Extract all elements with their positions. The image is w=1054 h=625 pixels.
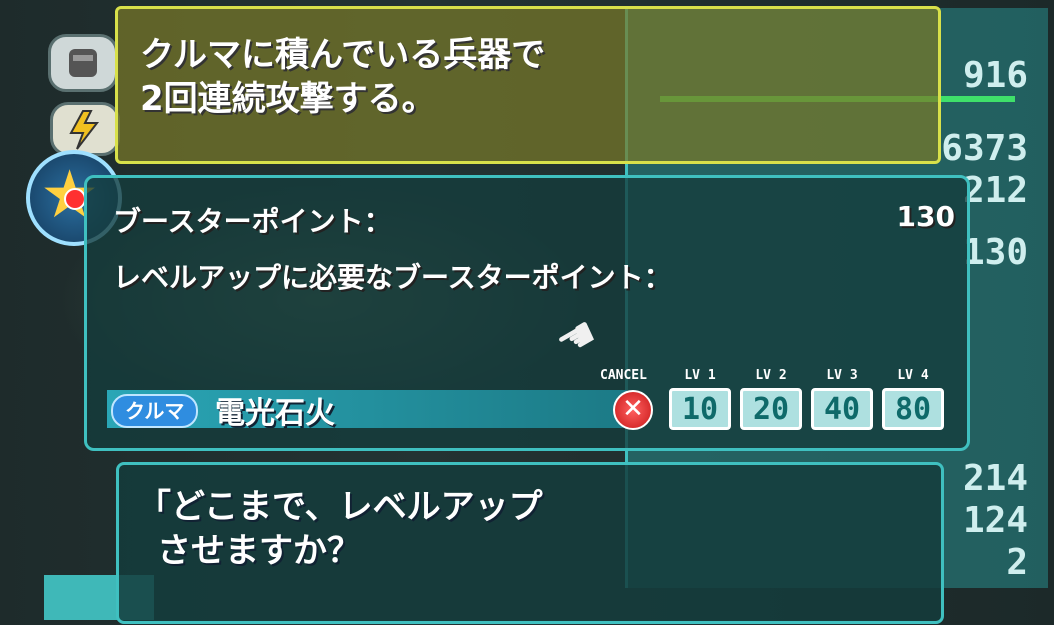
lightning-icon[interactable] [50, 102, 120, 156]
stat-value-1: 214 [962, 458, 1028, 499]
stat-value-2: 124 [962, 500, 1028, 541]
prompt-message-box: 「どこまで、レベルアップ させますか？ [116, 462, 944, 624]
exp-value: 6373 [941, 128, 1028, 169]
level-button-4[interactable]: 80 [882, 388, 944, 430]
level-button-3[interactable]: 40 [811, 388, 873, 430]
pointing-hand-icon: ☚ [546, 306, 607, 371]
lvup-value: 212 [962, 170, 1028, 211]
booster-points-value: 130 [896, 200, 955, 233]
level-button-2[interactable]: 20 [740, 388, 802, 430]
description-line-2: 2回連続攻撃する。 [140, 79, 436, 119]
star-center-dot [64, 188, 86, 210]
level-cost-1: 10 [681, 392, 719, 427]
level-cost-3: 40 [823, 392, 861, 427]
level-cost-4: 80 [894, 392, 932, 427]
level-cost-2: 20 [752, 392, 790, 427]
stat-value-3: 2 [1006, 542, 1028, 583]
description-line-1: クルマに積んでいる兵器で [140, 35, 546, 75]
required-points-label: レベルアップに必要なブースターポイント： [113, 261, 672, 294]
booster-dialog: ブースターポイント： 130 レベルアップに必要なブースターポイント： ☚ クル… [84, 175, 970, 451]
level-label-4: LV 4 [897, 368, 929, 383]
skill-name: 電光石火 [215, 396, 335, 431]
booster-points-label: ブースターポイント： [113, 205, 392, 238]
level-label-3: LV 3 [826, 368, 858, 383]
skill-description-box: クルマに積んでいる兵器で 2回連続攻撃する。 [115, 6, 941, 164]
cancel-button[interactable]: ✕ [613, 390, 653, 430]
booster-stat-value: 130 [962, 232, 1028, 273]
category-badge: クルマ [111, 394, 199, 428]
prompt-line-2: させますか？ [157, 531, 361, 571]
cancel-label: CANCEL [600, 368, 647, 383]
helmet-icon[interactable] [48, 34, 118, 92]
level-label-2: LV 2 [755, 368, 787, 383]
level-label-1: LV 1 [684, 368, 716, 383]
hp-value: 916 [962, 55, 1028, 96]
level-button-1[interactable]: 10 [669, 388, 731, 430]
prompt-line-1: 「どこまで、レベルアップ [137, 487, 543, 527]
